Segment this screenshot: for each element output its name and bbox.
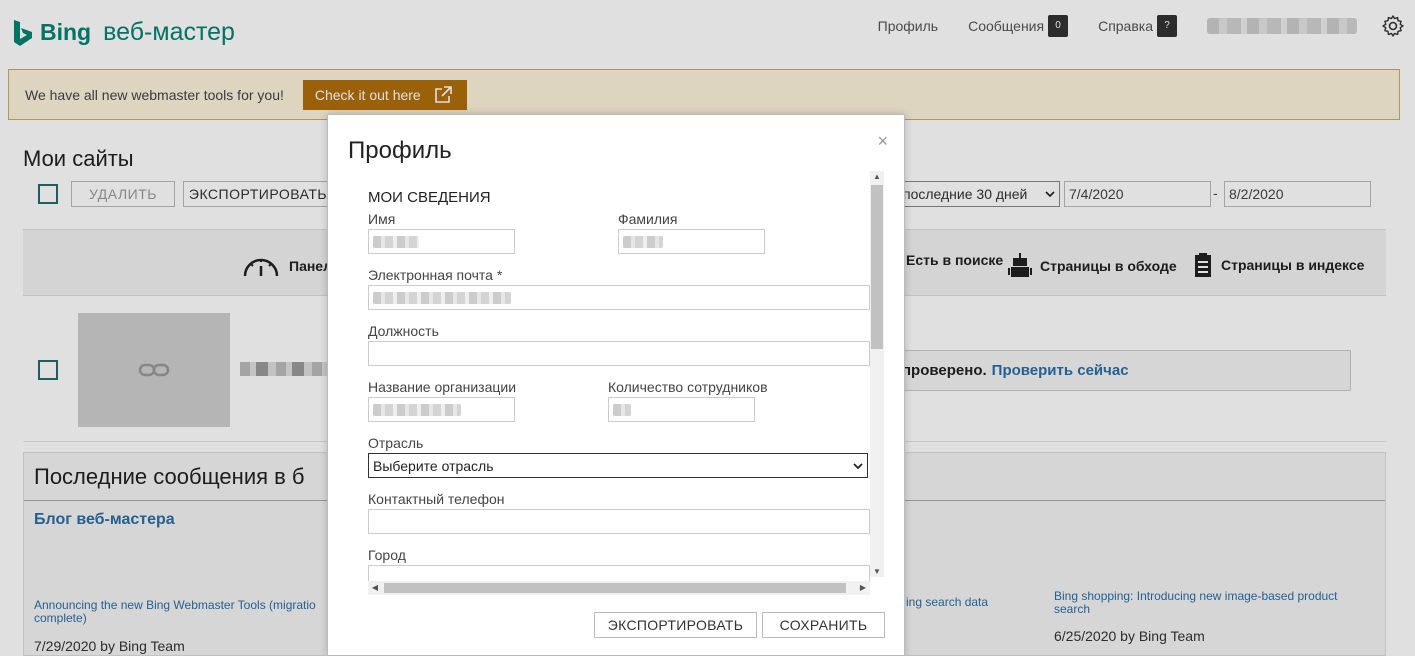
phone-field[interactable] bbox=[368, 509, 870, 534]
scroll-left-arrow[interactable]: ◀ bbox=[368, 583, 382, 592]
last-name-label: Фамилия bbox=[618, 211, 678, 227]
last-name-field[interactable] bbox=[618, 229, 765, 254]
scroll-right-arrow[interactable]: ▶ bbox=[856, 583, 870, 592]
scroll-up-arrow[interactable]: ▲ bbox=[870, 172, 884, 181]
city-label: Город bbox=[368, 547, 406, 563]
profile-modal: Профиль × МОИ СВЕДЕНИЯ Имя Фамилия Элект… bbox=[327, 114, 905, 656]
form-section-title: МОИ СВЕДЕНИЯ bbox=[368, 189, 491, 206]
employees-label: Количество сотрудников bbox=[608, 379, 768, 395]
position-label: Должность bbox=[368, 323, 439, 339]
horizontal-scroll-thumb[interactable] bbox=[384, 583, 846, 593]
email-field[interactable] bbox=[368, 285, 870, 310]
phone-label: Контактный телефон bbox=[368, 491, 505, 507]
profile-form: МОИ СВЕДЕНИЯ Имя Фамилия Электронная поч… bbox=[368, 171, 870, 587]
first-name-field[interactable] bbox=[368, 229, 515, 254]
modal-title: Профиль bbox=[348, 137, 452, 164]
company-field[interactable] bbox=[368, 397, 515, 422]
chevron-down-icon bbox=[853, 462, 863, 469]
industry-value: Выберите отрасль bbox=[373, 457, 494, 474]
horizontal-scrollbar[interactable]: ◀ ▶ bbox=[368, 581, 870, 595]
email-label: Электронная почта * bbox=[368, 267, 503, 283]
vertical-scrollbar[interactable]: ▲ ▼ bbox=[870, 171, 884, 577]
company-label: Название организации bbox=[368, 379, 517, 395]
industry-select[interactable]: Выберите отрасль bbox=[368, 453, 868, 478]
vertical-scroll-thumb[interactable] bbox=[871, 185, 883, 349]
industry-label: Отрасль bbox=[368, 435, 424, 451]
employees-field[interactable] bbox=[608, 397, 755, 422]
position-field[interactable] bbox=[368, 341, 870, 366]
modal-save-button[interactable]: СОХРАНИТЬ bbox=[762, 612, 885, 638]
close-icon[interactable]: × bbox=[877, 131, 888, 152]
scroll-down-arrow[interactable]: ▼ bbox=[870, 567, 884, 576]
modal-export-button[interactable]: ЭКСПОРТИРОВАТЬ bbox=[594, 612, 757, 638]
first-name-label: Имя bbox=[368, 211, 396, 227]
